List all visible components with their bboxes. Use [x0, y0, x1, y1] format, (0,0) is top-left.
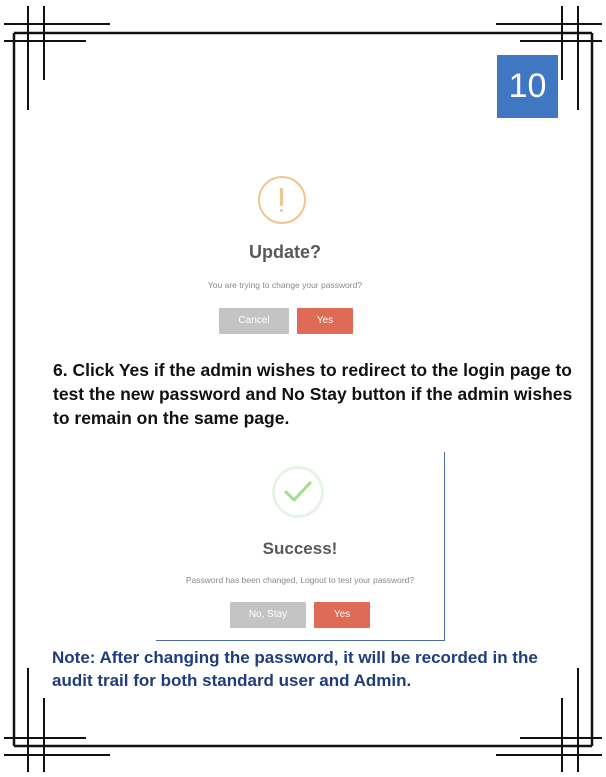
checkmark-icon [272, 466, 324, 518]
update-dialog: Update? You are trying to change your pa… [150, 158, 420, 340]
success-dialog-message: Password has been changed, Logout to tes… [185, 575, 415, 585]
exclamation-icon [258, 176, 306, 224]
document-page: 10 Update? You are trying to change your… [0, 0, 606, 777]
audit-trail-note: Note: After changing the password, it wi… [52, 648, 538, 690]
success-dialog-title: Success! [262, 539, 338, 558]
cancel-button[interactable]: Cancel [219, 308, 289, 334]
no-stay-button[interactable]: No, Stay [230, 602, 306, 628]
update-dialog-title: Update? [249, 242, 321, 262]
update-dialog-message: You are trying to change your password? [207, 280, 363, 290]
page-number-badge: 10 [497, 55, 558, 118]
yes-button[interactable]: Yes [314, 602, 370, 628]
success-dialog: Success! Password has been changed, Logo… [156, 452, 445, 641]
yes-button[interactable]: Yes [297, 308, 353, 334]
instruction-step-6: 6. Click Yes if the admin wishes to redi… [53, 360, 573, 428]
